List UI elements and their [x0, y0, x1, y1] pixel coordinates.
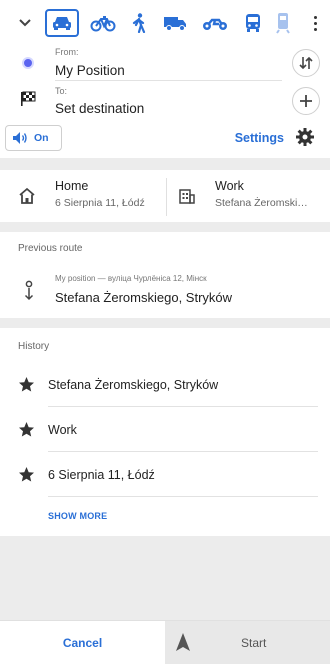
- history-item-label: 6 Sierpnia 11, Łódź: [48, 468, 155, 482]
- home-title: Home: [55, 179, 89, 193]
- home-icon: [18, 187, 36, 205]
- transport-mode-bar: [0, 0, 330, 44]
- divider: [48, 496, 318, 497]
- bicycle-icon: [90, 16, 116, 32]
- history-item[interactable]: Work: [0, 408, 330, 452]
- to-value[interactable]: Set destination: [55, 101, 144, 116]
- pedestrian-mode-button[interactable]: [124, 10, 154, 36]
- favorite-places: Home 6 Sierpnia 11, Łódź Work Stefana Że…: [0, 170, 330, 222]
- work-title: Work: [215, 179, 244, 193]
- public-transport-mode-button[interactable]: [238, 10, 268, 36]
- car-icon: [53, 17, 71, 30]
- more-options-icon[interactable]: [308, 12, 322, 34]
- history-item-label: Work: [48, 423, 77, 437]
- motorcycle-icon: [203, 18, 227, 30]
- divider: [48, 406, 318, 407]
- section-separator: [0, 158, 330, 170]
- motorcycle-mode-button[interactable]: [200, 10, 230, 36]
- speaker-icon: [13, 132, 27, 144]
- history-heading: History: [18, 341, 50, 352]
- add-intermediate-button[interactable]: [292, 87, 320, 115]
- divider: [166, 178, 167, 216]
- from-label: From:: [55, 47, 79, 57]
- from-row[interactable]: From: My Position: [0, 44, 330, 84]
- destination-flag-icon: [20, 91, 36, 107]
- pedestrian-icon: [132, 13, 146, 33]
- train-icon: [276, 13, 290, 34]
- from-value[interactable]: My Position: [55, 63, 125, 78]
- voice-state-label: On: [34, 132, 49, 144]
- swap-button[interactable]: [292, 49, 320, 77]
- section-separator: [0, 222, 330, 232]
- star-icon: [18, 466, 35, 483]
- start-label: Start: [241, 636, 267, 650]
- route-icon: [22, 280, 36, 302]
- history-item[interactable]: 6 Sierpnia 11, Łódź: [0, 453, 330, 497]
- gear-icon[interactable]: [295, 127, 315, 147]
- truck-icon: [164, 17, 186, 31]
- bottom-action-bar: Cancel Start: [0, 620, 330, 664]
- navigation-arrow-icon: [175, 632, 191, 652]
- previous-route-destination: Stefana Żeromskiego, Stryków: [55, 290, 233, 305]
- to-label: To:: [55, 86, 68, 96]
- divider: [48, 451, 318, 452]
- star-icon: [18, 376, 35, 393]
- bus-icon: [246, 14, 260, 32]
- plus-icon: [300, 95, 312, 107]
- previous-route-origin: My position — вуліца Чурлёніса 12, Мінск: [55, 274, 207, 283]
- car-mode-button[interactable]: [45, 9, 79, 37]
- work-address: Stefana Żeromski…: [215, 197, 308, 209]
- cancel-button[interactable]: Cancel: [0, 621, 165, 664]
- home-address: 6 Sierpnia 11, Łódź: [55, 197, 145, 209]
- swap-arrows-icon: [299, 56, 313, 70]
- voice-guidance-toggle[interactable]: On: [5, 125, 62, 151]
- settings-link[interactable]: Settings: [235, 131, 284, 145]
- divider: [55, 80, 282, 81]
- section-separator: [0, 318, 330, 328]
- empty-area: [0, 536, 330, 620]
- work-building-icon: [178, 187, 196, 205]
- previous-route-heading: Previous route: [18, 243, 83, 254]
- star-icon: [18, 421, 35, 438]
- truck-mode-button[interactable]: [160, 10, 190, 36]
- train-mode-button[interactable]: [272, 10, 294, 36]
- start-button[interactable]: Start: [165, 621, 330, 664]
- previous-route-item[interactable]: My position — вуліца Чурлёніса 12, Мінск…: [0, 265, 330, 315]
- chevron-down-icon[interactable]: [15, 15, 35, 31]
- history-item-label: Stefana Żeromskiego, Stryków: [48, 378, 219, 392]
- bicycle-mode-button[interactable]: [88, 10, 118, 36]
- my-position-icon: [22, 57, 34, 69]
- history-item[interactable]: Stefana Żeromskiego, Stryków: [0, 363, 330, 407]
- to-row[interactable]: To: Set destination: [0, 85, 330, 121]
- show-more-button[interactable]: SHOW MORE: [48, 511, 107, 521]
